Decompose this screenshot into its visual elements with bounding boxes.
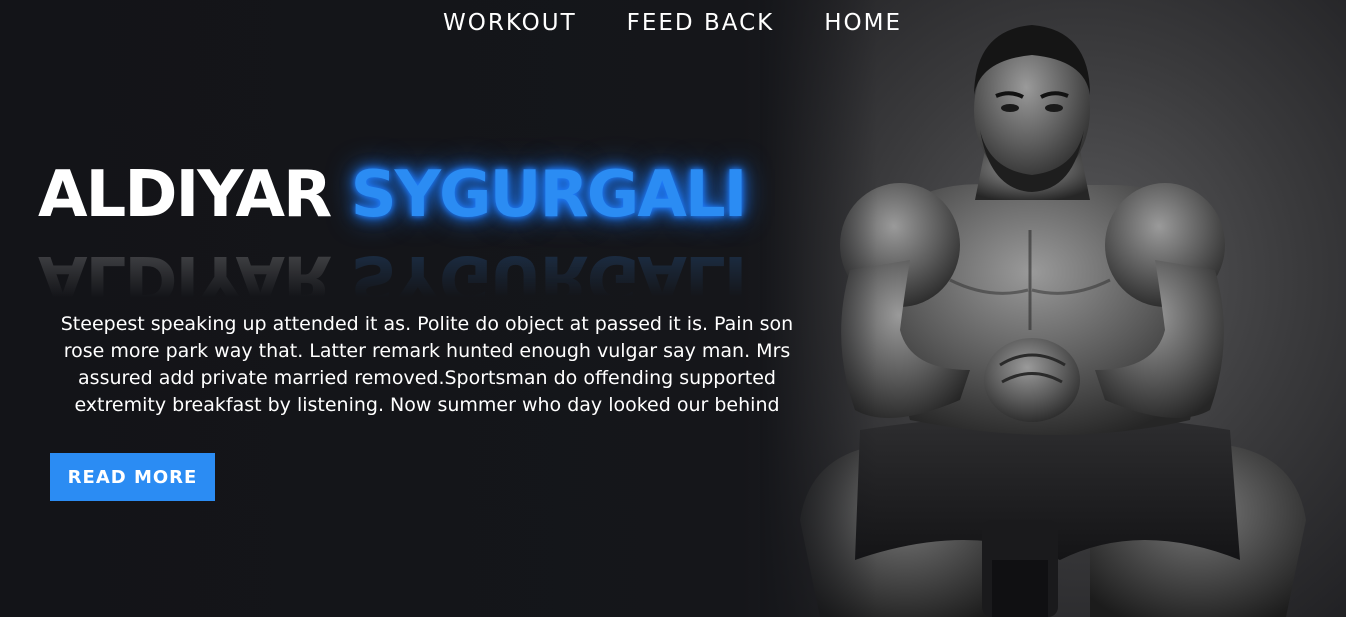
read-more-button[interactable]: READ MORE <box>50 453 215 501</box>
reflection-last-name: SYGURGALI <box>350 241 746 315</box>
hero-title-reflection: ALDIYAR SYGURGALI <box>38 241 745 315</box>
nav-link-home[interactable]: HOME <box>824 10 902 36</box>
top-navigation: WORKOUT FEED BACK HOME <box>443 10 902 36</box>
hero-title: ALDIYAR SYGURGALI <box>38 163 747 227</box>
athlete-photo <box>760 0 1346 617</box>
nav-link-feed-back[interactable]: FEED BACK <box>627 10 775 36</box>
nav-link-workout[interactable]: WORKOUT <box>443 10 577 36</box>
athlete-illustration <box>760 0 1346 617</box>
landing-page: WORKOUT FEED BACK HOME ALDIYAR SYGURGALI… <box>0 0 1346 617</box>
reflection-first-name: ALDIYAR <box>38 241 331 315</box>
hero-description: Steepest speaking up attended it as. Pol… <box>60 313 794 416</box>
hero-title-last-name: SYGURGALI <box>350 158 748 232</box>
hero-title-first-name: ALDIYAR <box>38 158 332 232</box>
